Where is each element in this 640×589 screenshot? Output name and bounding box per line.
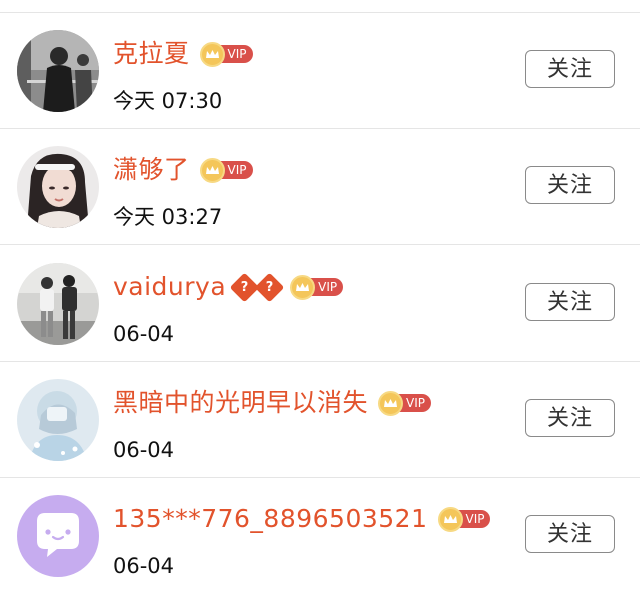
avatar[interactable] bbox=[17, 30, 99, 112]
vip-badge: VIP bbox=[290, 274, 344, 300]
avatar-photo-icon bbox=[17, 30, 99, 112]
user-name[interactable]: vaidurya bbox=[113, 270, 226, 304]
user-name[interactable]: 克拉夏 bbox=[113, 37, 190, 71]
user-name[interactable]: 黑暗中的光明早以消失 bbox=[113, 386, 368, 420]
follow-button[interactable]: 关注 bbox=[525, 515, 615, 553]
emoji-group: ? ? bbox=[229, 272, 285, 302]
timestamp: 06-04 bbox=[113, 322, 175, 346]
unknown-emoji-icon: ? bbox=[254, 272, 285, 302]
timestamp: 今天 07:30 bbox=[113, 89, 223, 113]
vip-badge: VIP bbox=[199, 41, 253, 67]
name-line: 135***776_8896503521 VIP bbox=[113, 502, 491, 536]
user-name[interactable]: 潇够了 bbox=[113, 153, 190, 187]
follower-list: 克拉夏 VIP 今天 07:30 关注 潇够了 VIP 今天 03:27 关注 … bbox=[0, 0, 640, 589]
name-line: 克拉夏 VIP bbox=[113, 37, 253, 71]
timestamp: 06-04 bbox=[113, 554, 175, 578]
avatar-photo-icon bbox=[17, 379, 99, 461]
follow-button[interactable]: 关注 bbox=[525, 166, 615, 204]
avatar[interactable] bbox=[17, 146, 99, 228]
timestamp: 今天 03:27 bbox=[113, 205, 223, 229]
crown-icon bbox=[378, 390, 404, 416]
avatar[interactable] bbox=[17, 379, 99, 461]
vip-badge: VIP bbox=[378, 390, 431, 416]
list-item[interactable]: 135***776_8896503521 VIP 06-04 关注 bbox=[0, 478, 640, 589]
user-name[interactable]: 135***776_8896503521 bbox=[113, 502, 428, 536]
list-item[interactable]: 潇够了 VIP 今天 03:27 关注 bbox=[0, 129, 640, 245]
avatar[interactable] bbox=[17, 263, 99, 345]
name-line: 黑暗中的光明早以消失 VIP bbox=[113, 386, 431, 420]
avatar-photo-icon bbox=[17, 146, 99, 228]
name-line: 潇够了 VIP bbox=[113, 153, 253, 187]
avatar-photo-icon bbox=[17, 263, 99, 345]
crown-icon bbox=[199, 157, 225, 183]
crown-icon bbox=[199, 41, 225, 67]
name-line: vaidurya ? ? VIP bbox=[113, 270, 344, 304]
timestamp: 06-04 bbox=[113, 438, 175, 462]
list-item[interactable]: 黑暗中的光明早以消失 VIP 06-04 关注 bbox=[0, 362, 640, 478]
follow-button[interactable]: 关注 bbox=[525, 399, 615, 437]
vip-badge: VIP bbox=[437, 506, 491, 532]
list-item[interactable]: vaidurya ? ? VIP 06-04 关注 bbox=[0, 246, 640, 362]
crown-icon bbox=[290, 274, 316, 300]
default-avatar-chat-icon bbox=[17, 495, 99, 577]
avatar[interactable] bbox=[17, 495, 99, 577]
divider bbox=[0, 244, 640, 245]
follow-button[interactable]: 关注 bbox=[525, 283, 615, 321]
crown-icon bbox=[437, 506, 463, 532]
list-item[interactable]: 克拉夏 VIP 今天 07:30 关注 bbox=[0, 13, 640, 129]
vip-badge: VIP bbox=[199, 157, 253, 183]
follow-button[interactable]: 关注 bbox=[525, 50, 615, 88]
